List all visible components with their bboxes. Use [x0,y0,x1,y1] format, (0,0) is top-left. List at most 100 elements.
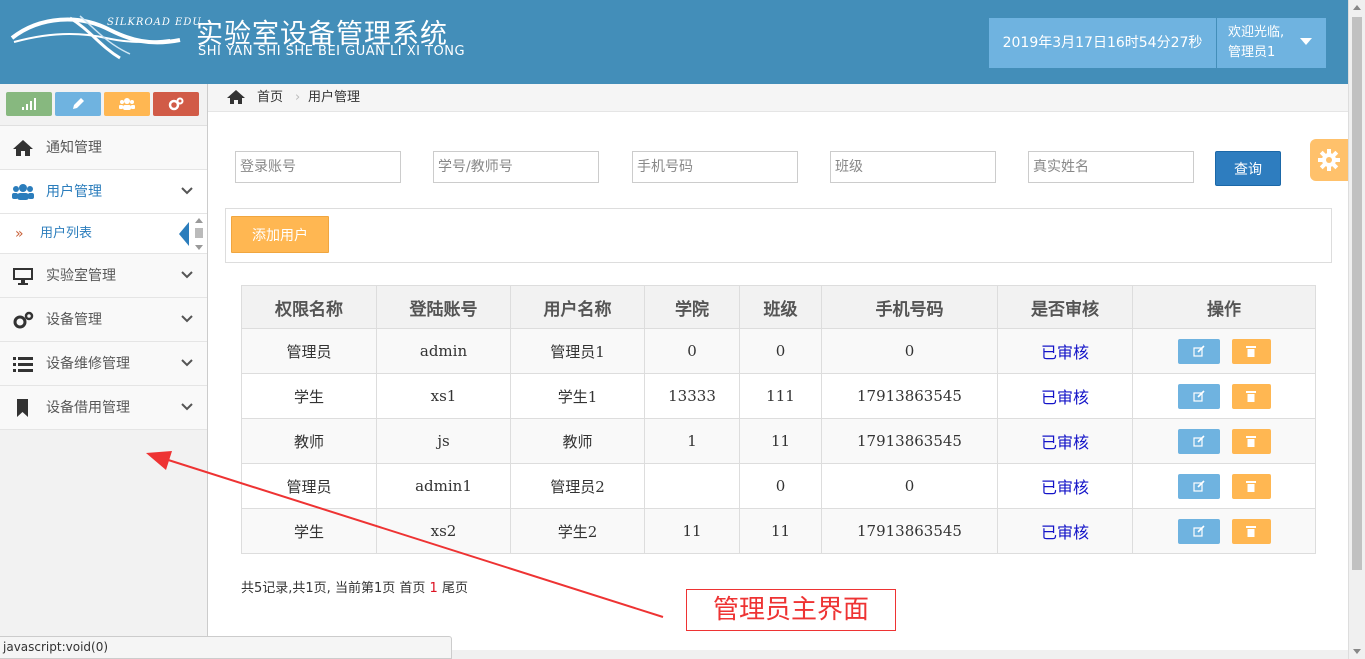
scroll-up-icon[interactable] [1353,5,1361,10]
verified-status-link[interactable]: 已审核 [1041,433,1089,452]
cell-class: 0 [739,463,822,509]
trash-icon [1246,391,1256,402]
cell-college: 11 [644,508,740,554]
column-header: 用户名称 [510,285,645,329]
column-header: 是否审核 [997,285,1133,329]
pagination-first-link[interactable]: 首页 [399,581,425,596]
cell-name: 管理员2 [510,463,645,509]
trash-icon [1246,436,1256,447]
verified-status-link[interactable]: 已审核 [1041,478,1089,497]
shortcut-pencil-button[interactable] [55,92,101,116]
cell-status: 已审核 [997,508,1133,554]
shortcut-signal-button[interactable] [6,92,52,116]
verified-status-link[interactable]: 已审核 [1041,343,1089,362]
sidebar-item-repair[interactable]: 设备维修管理 [0,342,207,386]
delete-button[interactable] [1231,428,1271,454]
id-search-input[interactable] [433,151,599,183]
home-icon [227,90,245,104]
cell-class: 111 [739,373,822,419]
pagination-current-page[interactable]: 1 [430,581,438,596]
cell-account: admin1 [376,463,511,509]
cell-name: 学生1 [510,373,645,419]
cell-status: 已审核 [997,328,1133,374]
add-user-button[interactable]: 添加用户 [231,216,329,253]
cell-actions [1132,508,1316,554]
delete-button[interactable] [1231,383,1271,409]
cell-phone: 0 [821,328,998,374]
cell-phone: 17913863545 [821,373,998,419]
name-search-input[interactable] [1028,151,1194,183]
table-row: 学生 xs2 学生2 11 11 17913863545 已审核 [241,508,1316,554]
edit-icon [1192,435,1205,447]
cell-role: 教师 [241,418,377,464]
scrollbar-thumb[interactable] [1352,17,1362,570]
edit-button[interactable] [1177,428,1220,454]
cell-name: 管理员1 [510,328,645,374]
sidebar-item-notice[interactable]: 通知管理 [0,126,207,170]
delete-button[interactable] [1231,518,1271,544]
sidebar-mini-scrollbar[interactable] [193,218,205,250]
list-icon [13,357,33,372]
verified-status-link[interactable]: 已审核 [1041,388,1089,407]
shortcut-cogs-button[interactable] [153,92,199,116]
shortcut-bar [0,84,207,126]
phone-search-input[interactable] [632,151,798,183]
scroll-down-icon[interactable] [1353,649,1361,654]
delete-button[interactable] [1231,473,1271,499]
pagination-last-link[interactable]: 尾页 [442,581,468,596]
cell-account: admin [376,328,511,374]
logo-text: SILKROAD EDU [107,17,202,28]
cell-account: xs1 [376,373,511,419]
shortcut-users-button[interactable] [104,92,150,116]
table-header-row: 权限名称 登陆账号 用户名称 学院 班级 手机号码 是否审核 操作 [241,285,1316,329]
pagination: 共5记录,共1页, 当前第1页 首页 1 尾页 [241,577,468,596]
delete-button[interactable] [1231,338,1271,364]
chevron-down-icon [181,403,193,411]
trash-icon [1246,526,1256,537]
cell-actions [1132,463,1316,509]
annotation-label: 管理员主界面 [686,589,896,631]
column-header: 权限名称 [241,285,377,329]
column-header: 学院 [644,285,740,329]
account-search-input[interactable] [235,151,401,183]
sidebar-item-borrow[interactable]: 设备借用管理 [0,386,207,430]
horizontal-scrollbar[interactable] [452,650,1348,659]
sidebar-item-label: 设备借用管理 [46,400,130,416]
edit-button[interactable] [1177,338,1220,364]
cell-college: 13333 [644,373,740,419]
user-menu[interactable]: 欢迎光临, 管理员1 [1217,18,1326,68]
cell-class: 0 [739,328,822,374]
column-header: 手机号码 [821,285,998,329]
page-scrollbar[interactable] [1348,0,1365,659]
query-button[interactable]: 查询 [1215,151,1281,186]
sidebar-item-label: 设备管理 [46,312,102,328]
edit-button[interactable] [1177,518,1220,544]
cell-name: 教师 [510,418,645,464]
table-row: 管理员 admin 管理员1 0 0 0 已审核 [241,328,1316,374]
cell-status: 已审核 [997,418,1133,464]
column-header: 登陆账号 [376,285,511,329]
edit-button[interactable] [1177,383,1220,409]
sidebar-item-lab[interactable]: 实验室管理 [0,254,207,298]
breadcrumb-home-link[interactable]: 首页 [257,84,283,112]
cell-phone: 17913863545 [821,418,998,464]
cell-college [644,463,740,509]
gear-icon [1318,149,1340,171]
active-indicator-arrow [179,222,189,246]
table-row: 学生 xs1 学生1 13333 111 17913863545 已审核 [241,373,1316,419]
settings-toggle-button[interactable] [1310,139,1348,181]
caret-down-icon [1300,38,1312,45]
sidebar-item-users[interactable]: 用户管理 [0,170,207,214]
trash-icon [1246,481,1256,492]
user-table: 权限名称 登陆账号 用户名称 学院 班级 手机号码 是否审核 操作 管理员 ad… [241,285,1316,554]
verified-status-link[interactable]: 已审核 [1041,523,1089,542]
cell-actions [1132,373,1316,419]
class-search-input[interactable] [830,151,996,183]
cell-role: 学生 [241,508,377,554]
breadcrumb: 首页 › 用户管理 [208,84,1348,112]
cell-class: 11 [739,418,822,464]
edit-button[interactable] [1177,473,1220,499]
sidebar-item-equipment[interactable]: 设备管理 [0,298,207,342]
sidebar-subitem-user-list[interactable]: » 用户列表 [0,214,207,254]
cell-account: js [376,418,511,464]
